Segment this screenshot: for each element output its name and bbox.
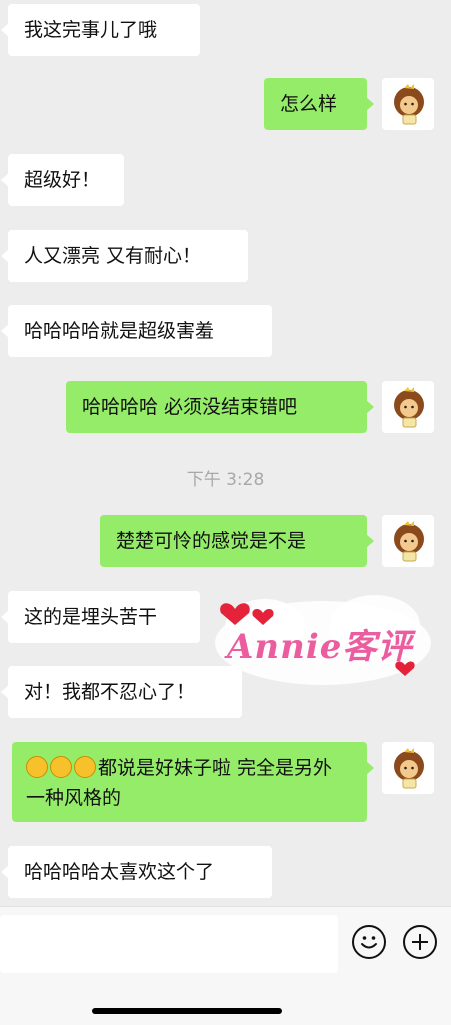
message-text: 我这完事儿了哦 — [24, 19, 158, 41]
plus-circle-icon — [412, 934, 428, 950]
message-text: 对！我都不忍心了！ — [24, 681, 196, 703]
watermark: Annie客评 — [205, 585, 435, 695]
avatar[interactable] — [382, 78, 434, 130]
message-bubble-incoming[interactable]: 哈哈哈哈太喜欢这个了 — [1, 846, 272, 898]
message-bubble-outgoing[interactable]: 哈哈哈哈 必须没结束错吧 — [66, 381, 374, 433]
emoji-button[interactable] — [352, 925, 386, 959]
message-text: 哈哈哈哈就是超级害羞 — [24, 320, 215, 342]
avatar-character-icon — [394, 84, 424, 125]
more-button[interactable] — [403, 925, 437, 959]
laughing-tears-icon — [26, 756, 48, 778]
smiley-icon — [361, 936, 377, 949]
message-bubble-incoming[interactable]: 人又漂亮 又有耐心！ — [1, 230, 248, 282]
laughing-tears-icon — [74, 756, 96, 778]
message-text: 哈哈哈哈太喜欢这个了 — [24, 861, 215, 883]
avatar[interactable] — [382, 515, 434, 567]
message-text: 楚楚可怜的感觉是不是 — [116, 530, 307, 552]
message-text: 超级好！ — [24, 169, 101, 191]
message-content: 都说是好妹子啦 完全是另外一种风格的 — [26, 753, 351, 813]
message-input[interactable] — [0, 915, 338, 973]
message-bubble-incoming[interactable]: 这的是埋头苦干 — [1, 591, 200, 643]
avatar-character-icon — [394, 521, 424, 562]
avatar-character-icon — [394, 748, 424, 789]
message-timestamp: 下午 3:28 — [186, 470, 265, 490]
laughing-tears-icon — [50, 756, 72, 778]
message-bubble-incoming[interactable]: 超级好！ — [1, 154, 124, 206]
message-text: 怎么样 — [280, 93, 338, 115]
avatar[interactable] — [382, 742, 434, 794]
avatar-character-icon — [394, 387, 424, 428]
message-bubble-outgoing[interactable]: 楚楚可怜的感觉是不是 — [100, 515, 374, 567]
message-bubble-outgoing[interactable]: 都说是好妹子啦 完全是另外一种风格的 — [12, 742, 374, 822]
message-bubble-incoming[interactable]: 我这完事儿了哦 — [1, 4, 200, 56]
avatar[interactable] — [382, 381, 434, 433]
message-bubble-incoming[interactable]: 哈哈哈哈就是超级害羞 — [1, 305, 272, 357]
message-text: 人又漂亮 又有耐心！ — [24, 245, 202, 267]
message-text: 哈哈哈哈 必须没结束错吧 — [82, 396, 298, 418]
home-indicator — [92, 1008, 282, 1014]
message-text: 这的是埋头苦干 — [24, 606, 158, 628]
input-bar — [0, 906, 451, 1025]
watermark-text: Annie客评 — [227, 627, 413, 667]
message-bubble-outgoing[interactable]: 怎么样 — [264, 78, 374, 130]
